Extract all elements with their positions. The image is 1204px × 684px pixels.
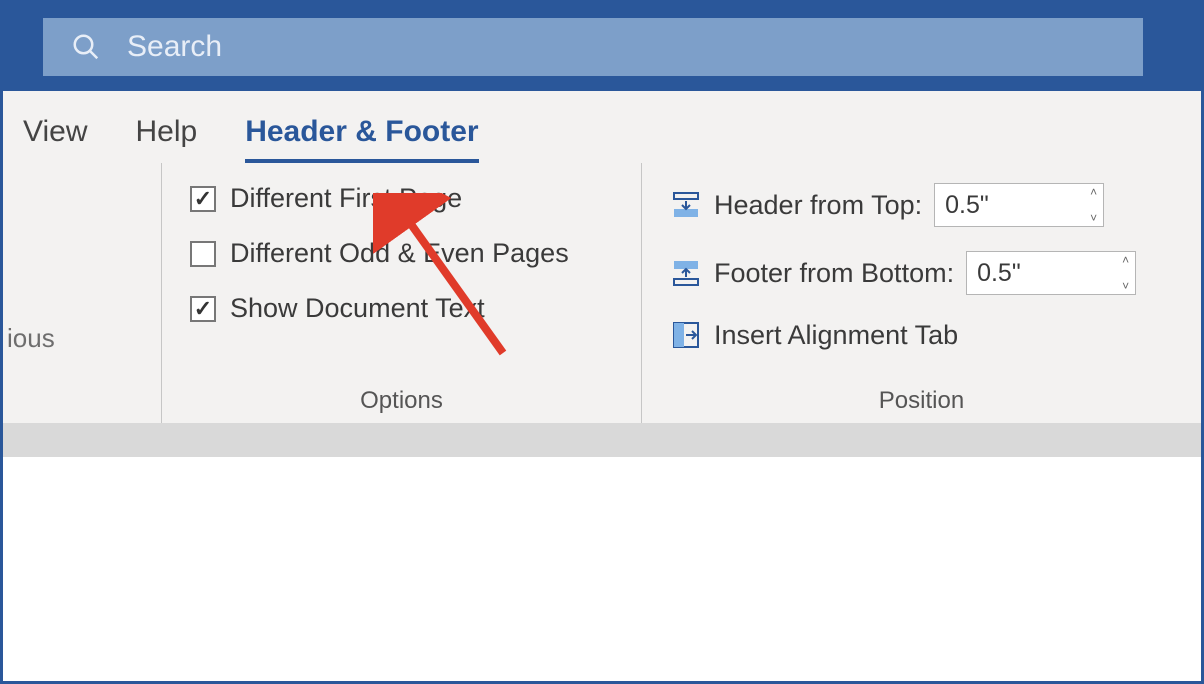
checkbox-show-document-text[interactable]: Show Document Text <box>190 293 613 324</box>
header-from-top-label: Header from Top: <box>714 190 922 221</box>
checkbox-different-first-page[interactable]: Different First Page <box>190 183 613 214</box>
header-from-top-value: 0.5" <box>945 191 989 220</box>
group-label-position: Position <box>670 387 1173 415</box>
search-icon <box>71 32 101 62</box>
checkbox-label: Show Document Text <box>230 293 485 324</box>
checkbox-different-odd-even[interactable]: Different Odd & Even Pages <box>190 238 613 269</box>
search-box[interactable]: Search <box>43 18 1143 76</box>
checkbox-icon <box>190 241 216 267</box>
group-position: Header from Top: 0.5" ˄˅ Footer from Bot… <box>641 163 1201 423</box>
spinner-arrows-icon: ˄˅ <box>1090 186 1097 224</box>
header-from-top-spinner[interactable]: 0.5" ˄˅ <box>934 183 1104 227</box>
checkbox-label: Different First Page <box>230 183 462 214</box>
checkbox-icon <box>190 186 216 212</box>
footer-from-bottom-label: Footer from Bottom: <box>714 258 954 289</box>
ribbon-fragment-previous: ious <box>7 323 55 354</box>
tab-view[interactable]: View <box>23 115 87 163</box>
footer-from-bottom-icon <box>670 257 702 289</box>
group-label-options: Options <box>190 387 613 415</box>
ribbon-tabs: View Help Header & Footer <box>3 91 1201 163</box>
group-options: Different First Page Different Odd & Eve… <box>161 163 641 423</box>
footer-from-bottom-value: 0.5" <box>977 259 1021 288</box>
footer-from-bottom-spinner[interactable]: 0.5" ˄˅ <box>966 251 1136 295</box>
ribbon: ious Different First Page Different Odd … <box>3 163 1201 423</box>
insert-alignment-tab-button[interactable]: Insert Alignment Tab <box>670 319 1173 351</box>
title-bar: Search <box>3 3 1201 91</box>
alignment-tab-icon <box>670 319 702 351</box>
checkbox-icon <box>190 296 216 322</box>
document-area-strip <box>3 423 1201 457</box>
spinner-arrows-icon: ˄˅ <box>1122 254 1129 292</box>
tab-header-footer[interactable]: Header & Footer <box>245 115 478 163</box>
insert-alignment-tab-label: Insert Alignment Tab <box>714 320 958 351</box>
header-from-top-icon <box>670 189 702 221</box>
checkbox-label: Different Odd & Even Pages <box>230 238 569 269</box>
search-placeholder: Search <box>127 30 222 64</box>
tab-help[interactable]: Help <box>135 115 197 163</box>
